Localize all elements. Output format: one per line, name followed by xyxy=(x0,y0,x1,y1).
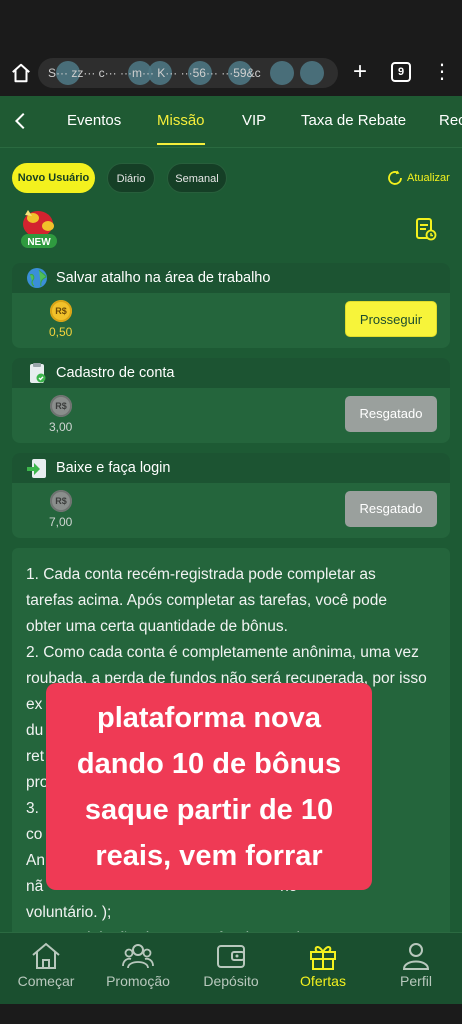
chip-semanal[interactable]: Semanal xyxy=(167,163,227,193)
task-reward: 7,00 xyxy=(49,515,73,529)
tab-switcher-button[interactable]: 9 xyxy=(391,62,411,82)
url-text: S··· zz··· c··· ···m··· K··· ···56··· ··… xyxy=(48,66,261,80)
new-tab-icon[interactable]: + xyxy=(348,60,372,84)
nav-label: Ofertas xyxy=(300,973,346,989)
claimed-button[interactable]: Resgatado xyxy=(345,396,437,432)
browser-toolbar: S··· zz··· c··· ···m··· K··· ···56··· ··… xyxy=(0,50,462,96)
task-reward: 0,50 xyxy=(49,325,73,339)
clipboard-icon xyxy=(30,363,46,383)
promo-text: plataforma nova dando 10 de bônus saque … xyxy=(77,695,341,879)
redaction-blob xyxy=(300,61,324,85)
promo-line: reais, vem forrar xyxy=(95,839,323,872)
redaction-blob xyxy=(270,61,294,85)
gesture-bar xyxy=(0,1004,462,1024)
chip-novo-usuario[interactable]: Novo Usuário xyxy=(12,163,95,193)
nav-label: Perfil xyxy=(400,973,432,989)
globe-icon xyxy=(27,268,47,288)
back-arrow-icon[interactable] xyxy=(10,110,32,132)
rules-line: tarefas acima. Após completar as tarefas… xyxy=(26,592,387,609)
nav-label: Depósito xyxy=(203,973,259,989)
gift-icon xyxy=(310,946,336,970)
promo-line: plataforma nova xyxy=(97,701,321,734)
rules-line: 1. Cada conta recém-registrada pode comp… xyxy=(26,566,376,583)
nav-perfil[interactable]: Perfil xyxy=(370,933,462,1005)
top-tabs: Eventos Missão VIP Taxa de Rebate Rec xyxy=(0,96,462,148)
bottom-nav: Começar Promoção Depósito Ofertas Perfil xyxy=(0,932,462,1004)
nav-label: Promoção xyxy=(106,973,170,989)
coin-icon: R$ xyxy=(50,395,72,417)
task-card: Baixe e faça login R$ 7,00 Resgatado xyxy=(12,453,450,538)
promo-overlay: plataforma nova dando 10 de bônus saque … xyxy=(46,683,372,890)
home-icon xyxy=(32,942,60,969)
home-icon[interactable] xyxy=(10,62,32,84)
task-title: Cadastro de conta xyxy=(56,365,175,381)
coin-icon: R$ xyxy=(50,490,72,512)
task-title: Salvar atalho na área de trabalho xyxy=(56,270,271,286)
rules-line: voluntário. ); xyxy=(26,904,112,921)
nav-deposito[interactable]: Depósito xyxy=(185,933,277,1005)
claimed-button[interactable]: Resgatado xyxy=(345,491,437,527)
person-icon xyxy=(402,943,430,970)
refresh-label: Atualizar xyxy=(407,172,450,184)
rules-line: 2. Como cada conta é completamente anôni… xyxy=(26,644,419,661)
more-options-icon[interactable]: ⋮ xyxy=(432,60,452,84)
tab-missao[interactable]: Missão xyxy=(157,96,205,147)
url-field[interactable]: S··· zz··· c··· ···m··· K··· ···56··· ··… xyxy=(38,58,338,88)
new-badge-label: NEW xyxy=(27,237,51,248)
tab-taxa-de-rebate[interactable]: Taxa de Rebate xyxy=(301,96,406,147)
refresh-button[interactable]: Atualizar xyxy=(386,168,450,188)
tab-vip[interactable]: VIP xyxy=(242,96,266,147)
download-icon xyxy=(27,459,46,478)
records-icon[interactable] xyxy=(415,217,437,241)
promo-line: dando 10 de bônus xyxy=(76,747,342,780)
tab-rec[interactable]: Rec xyxy=(439,96,462,147)
rules-line: obter uma certa quantidade de bônus. xyxy=(26,618,288,635)
status-bar xyxy=(0,0,462,50)
coin-icon: R$ xyxy=(50,300,72,322)
chip-diario[interactable]: Diário xyxy=(107,163,155,193)
nav-promocao[interactable]: Promoção xyxy=(92,933,184,1005)
promo-line: saque partir de 10 xyxy=(84,793,334,826)
task-title: Baixe e faça login xyxy=(56,460,171,476)
wallet-icon xyxy=(217,945,245,968)
tab-eventos[interactable]: Eventos xyxy=(67,96,121,147)
task-reward: 3,00 xyxy=(49,420,73,434)
people-icon xyxy=(122,944,154,969)
proceed-button[interactable]: Prosseguir xyxy=(345,301,437,337)
new-gift-icon: NEW xyxy=(21,210,57,248)
refresh-icon xyxy=(388,170,402,185)
task-card: Cadastro de conta R$ 3,00 Resgatado xyxy=(12,358,450,443)
nav-comecar[interactable]: Começar xyxy=(0,933,92,1005)
task-card: Salvar atalho na área de trabalho R$ 0,5… xyxy=(12,263,450,348)
nav-label: Começar xyxy=(17,973,75,989)
nav-ofertas[interactable]: Ofertas xyxy=(277,933,369,1005)
